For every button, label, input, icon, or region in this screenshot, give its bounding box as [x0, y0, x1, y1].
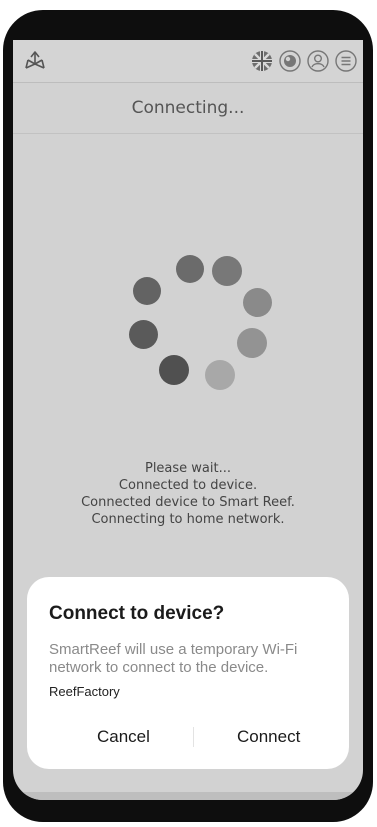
connect-dialog: Connect to device? SmartReef will use a …: [27, 577, 349, 769]
app-header: [13, 40, 363, 83]
spinner-dot: [237, 328, 267, 358]
status-line: Please wait...: [144, 461, 232, 476]
user-icon[interactable]: [307, 50, 329, 72]
globe-icon[interactable]: [279, 50, 301, 72]
dialog-message: SmartReef will use a temporary Wi-Fi net…: [49, 641, 298, 676]
dialog-title: Connect to device?: [49, 603, 225, 624]
cancel-button[interactable]: Cancel: [97, 727, 150, 747]
status-line: Connected to device.: [118, 478, 258, 493]
title-bar: Connecting...: [13, 83, 363, 134]
spinner-dot: [212, 256, 242, 286]
reef-logo-icon[interactable]: [23, 49, 47, 73]
spinner-dot: [176, 255, 204, 283]
app-screen: Connecting... Please wait... Connected t…: [13, 40, 363, 800]
menu-icon[interactable]: [335, 50, 357, 72]
button-divider: [193, 727, 194, 747]
phone-frame: Connecting... Please wait... Connected t…: [3, 10, 373, 822]
status-line: Connecting to home network.: [91, 512, 285, 527]
uk-flag-icon[interactable]: [251, 50, 273, 72]
spinner-dot: [133, 277, 161, 305]
spinner-dot: [205, 360, 235, 390]
system-nav-bar: [13, 792, 363, 800]
spinner-dot: [243, 288, 272, 317]
loading-spinner: [116, 225, 276, 390]
page-title: Connecting...: [131, 98, 245, 118]
spinner-dot: [129, 320, 158, 349]
dialog-network-name: ReefFactory: [49, 684, 120, 699]
status-line: Connected device to Smart Reef.: [81, 495, 295, 510]
spinner-dot: [159, 355, 189, 385]
status-messages: Please wait... Connected to device. Conn…: [13, 460, 363, 528]
connect-button[interactable]: Connect: [237, 727, 300, 747]
